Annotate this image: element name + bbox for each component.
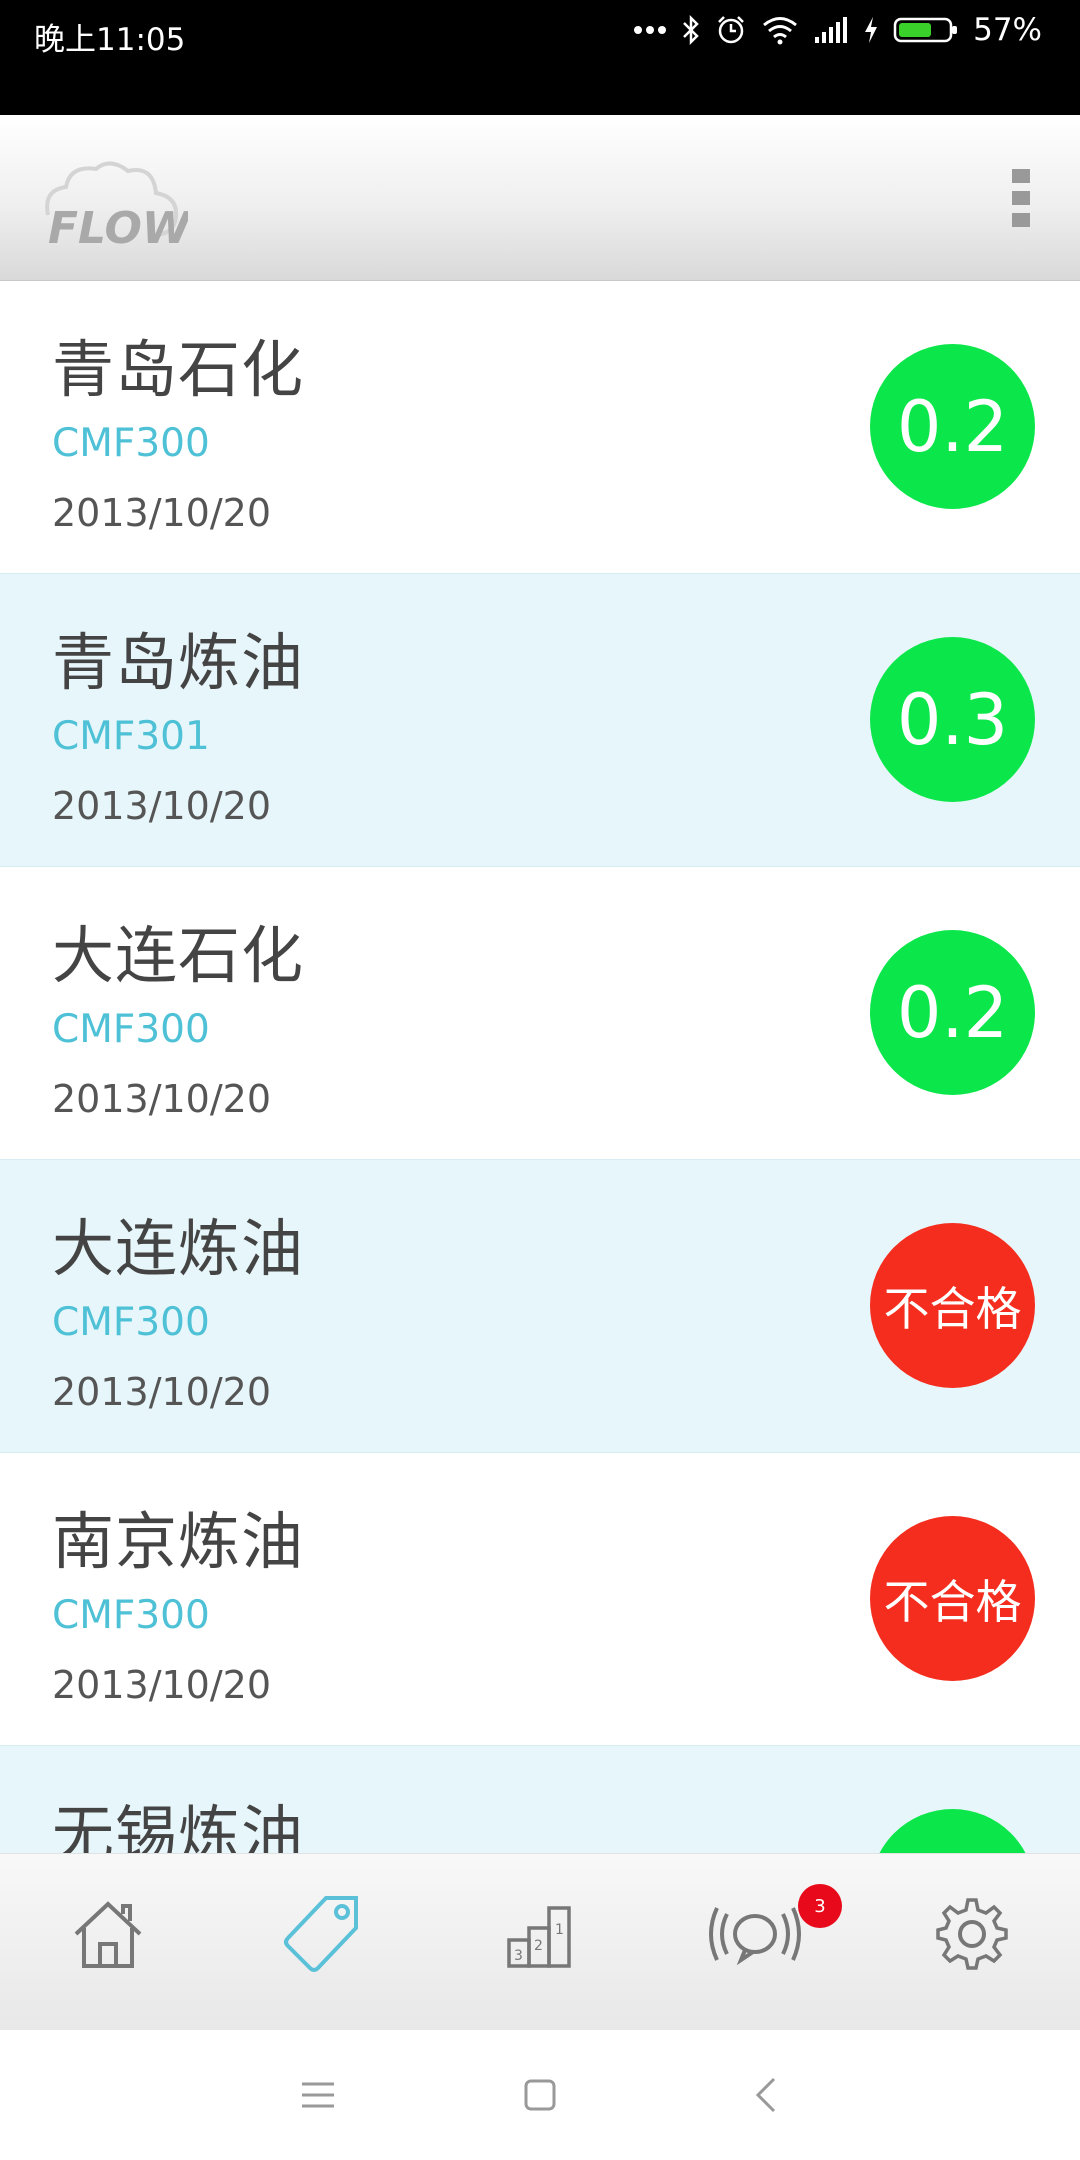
station-date: 2013/10/20: [52, 1077, 272, 1121]
station-name: 青岛石化: [52, 333, 305, 406]
more-dots-icon: [633, 24, 667, 36]
status-badge: 不合格: [870, 1223, 1035, 1388]
back-button-icon[interactable]: [736, 2070, 796, 2120]
list-item[interactable]: 大连石化 CMF300 2013/10/20 0.2: [0, 867, 1080, 1160]
status-bar: 晚上11:05 57%: [0, 0, 1080, 115]
station-name: 青岛炼油: [52, 626, 305, 699]
alarm-icon: [715, 14, 747, 46]
bluetooth-icon: [681, 14, 701, 46]
overflow-menu-icon[interactable]: [1010, 167, 1032, 229]
svg-text:1: 1: [555, 1922, 564, 1938]
flow-logo-icon: FLOW: [38, 155, 193, 255]
station-name: 无锡炼油: [52, 1798, 305, 1853]
station-name: 大连石化: [52, 919, 305, 992]
status-badge: 0.3: [870, 637, 1035, 802]
station-name: 大连炼油: [52, 1212, 305, 1285]
station-date: 2013/10/20: [52, 784, 272, 828]
charging-icon: [863, 15, 879, 45]
station-model: CMF300: [52, 1007, 210, 1052]
station-date: 2013/10/20: [52, 1370, 272, 1414]
tag-icon[interactable]: [272, 1884, 372, 1984]
list-item[interactable]: 青岛石化 CMF300 2013/10/20 0.2: [0, 281, 1080, 574]
status-badge: 不合格: [870, 1516, 1035, 1681]
battery-percent: 57%: [973, 12, 1042, 48]
status-icons: 57%: [633, 12, 1042, 48]
status-badge: 0.2: [870, 344, 1035, 509]
svg-text:3: 3: [514, 1948, 523, 1964]
broadcast-icon[interactable]: [705, 1884, 805, 1984]
svg-text:2: 2: [534, 1938, 543, 1954]
station-model: CMF300: [52, 1300, 210, 1345]
wifi-icon: [761, 15, 799, 45]
station-name: 南京炼油: [52, 1505, 305, 1578]
gear-icon[interactable]: [922, 1884, 1022, 1984]
list-item[interactable]: 青岛炼油 CMF301 2013/10/20 0.3: [0, 574, 1080, 867]
status-time: 晚上11:05: [34, 22, 186, 58]
station-list: 青岛石化 CMF300 2013/10/20 0.2 青岛炼油 CMF301 2…: [0, 281, 1080, 1853]
station-date: 2013/10/20: [52, 491, 272, 535]
list-item[interactable]: 无锡炼油: [0, 1746, 1080, 1853]
status-badge: [870, 1809, 1035, 1853]
station-date: 2013/10/20: [52, 1663, 272, 1707]
station-model: CMF300: [52, 1593, 210, 1638]
app-bar: FLOW: [0, 115, 1080, 281]
status-badge: 0.2: [870, 930, 1035, 1095]
list-item[interactable]: 大连炼油 CMF300 2013/10/20 不合格: [0, 1160, 1080, 1453]
system-navigation-bar: [0, 2030, 1080, 2160]
station-model: CMF301: [52, 714, 210, 759]
battery-icon: [893, 15, 959, 45]
ranking-icon[interactable]: 321: [489, 1884, 589, 1984]
bottom-tab-bar: 321 3: [0, 1853, 1080, 2030]
home-icon[interactable]: [58, 1884, 158, 1984]
svg-text:FLOW: FLOW: [48, 203, 188, 254]
signal-icon: [813, 15, 849, 45]
menu-button-icon[interactable]: [288, 2070, 348, 2120]
list-item[interactable]: 南京炼油 CMF300 2013/10/20 不合格: [0, 1453, 1080, 1746]
notification-badge: 3: [798, 1884, 842, 1928]
home-button-icon[interactable]: [510, 2070, 570, 2120]
station-model: CMF300: [52, 421, 210, 466]
